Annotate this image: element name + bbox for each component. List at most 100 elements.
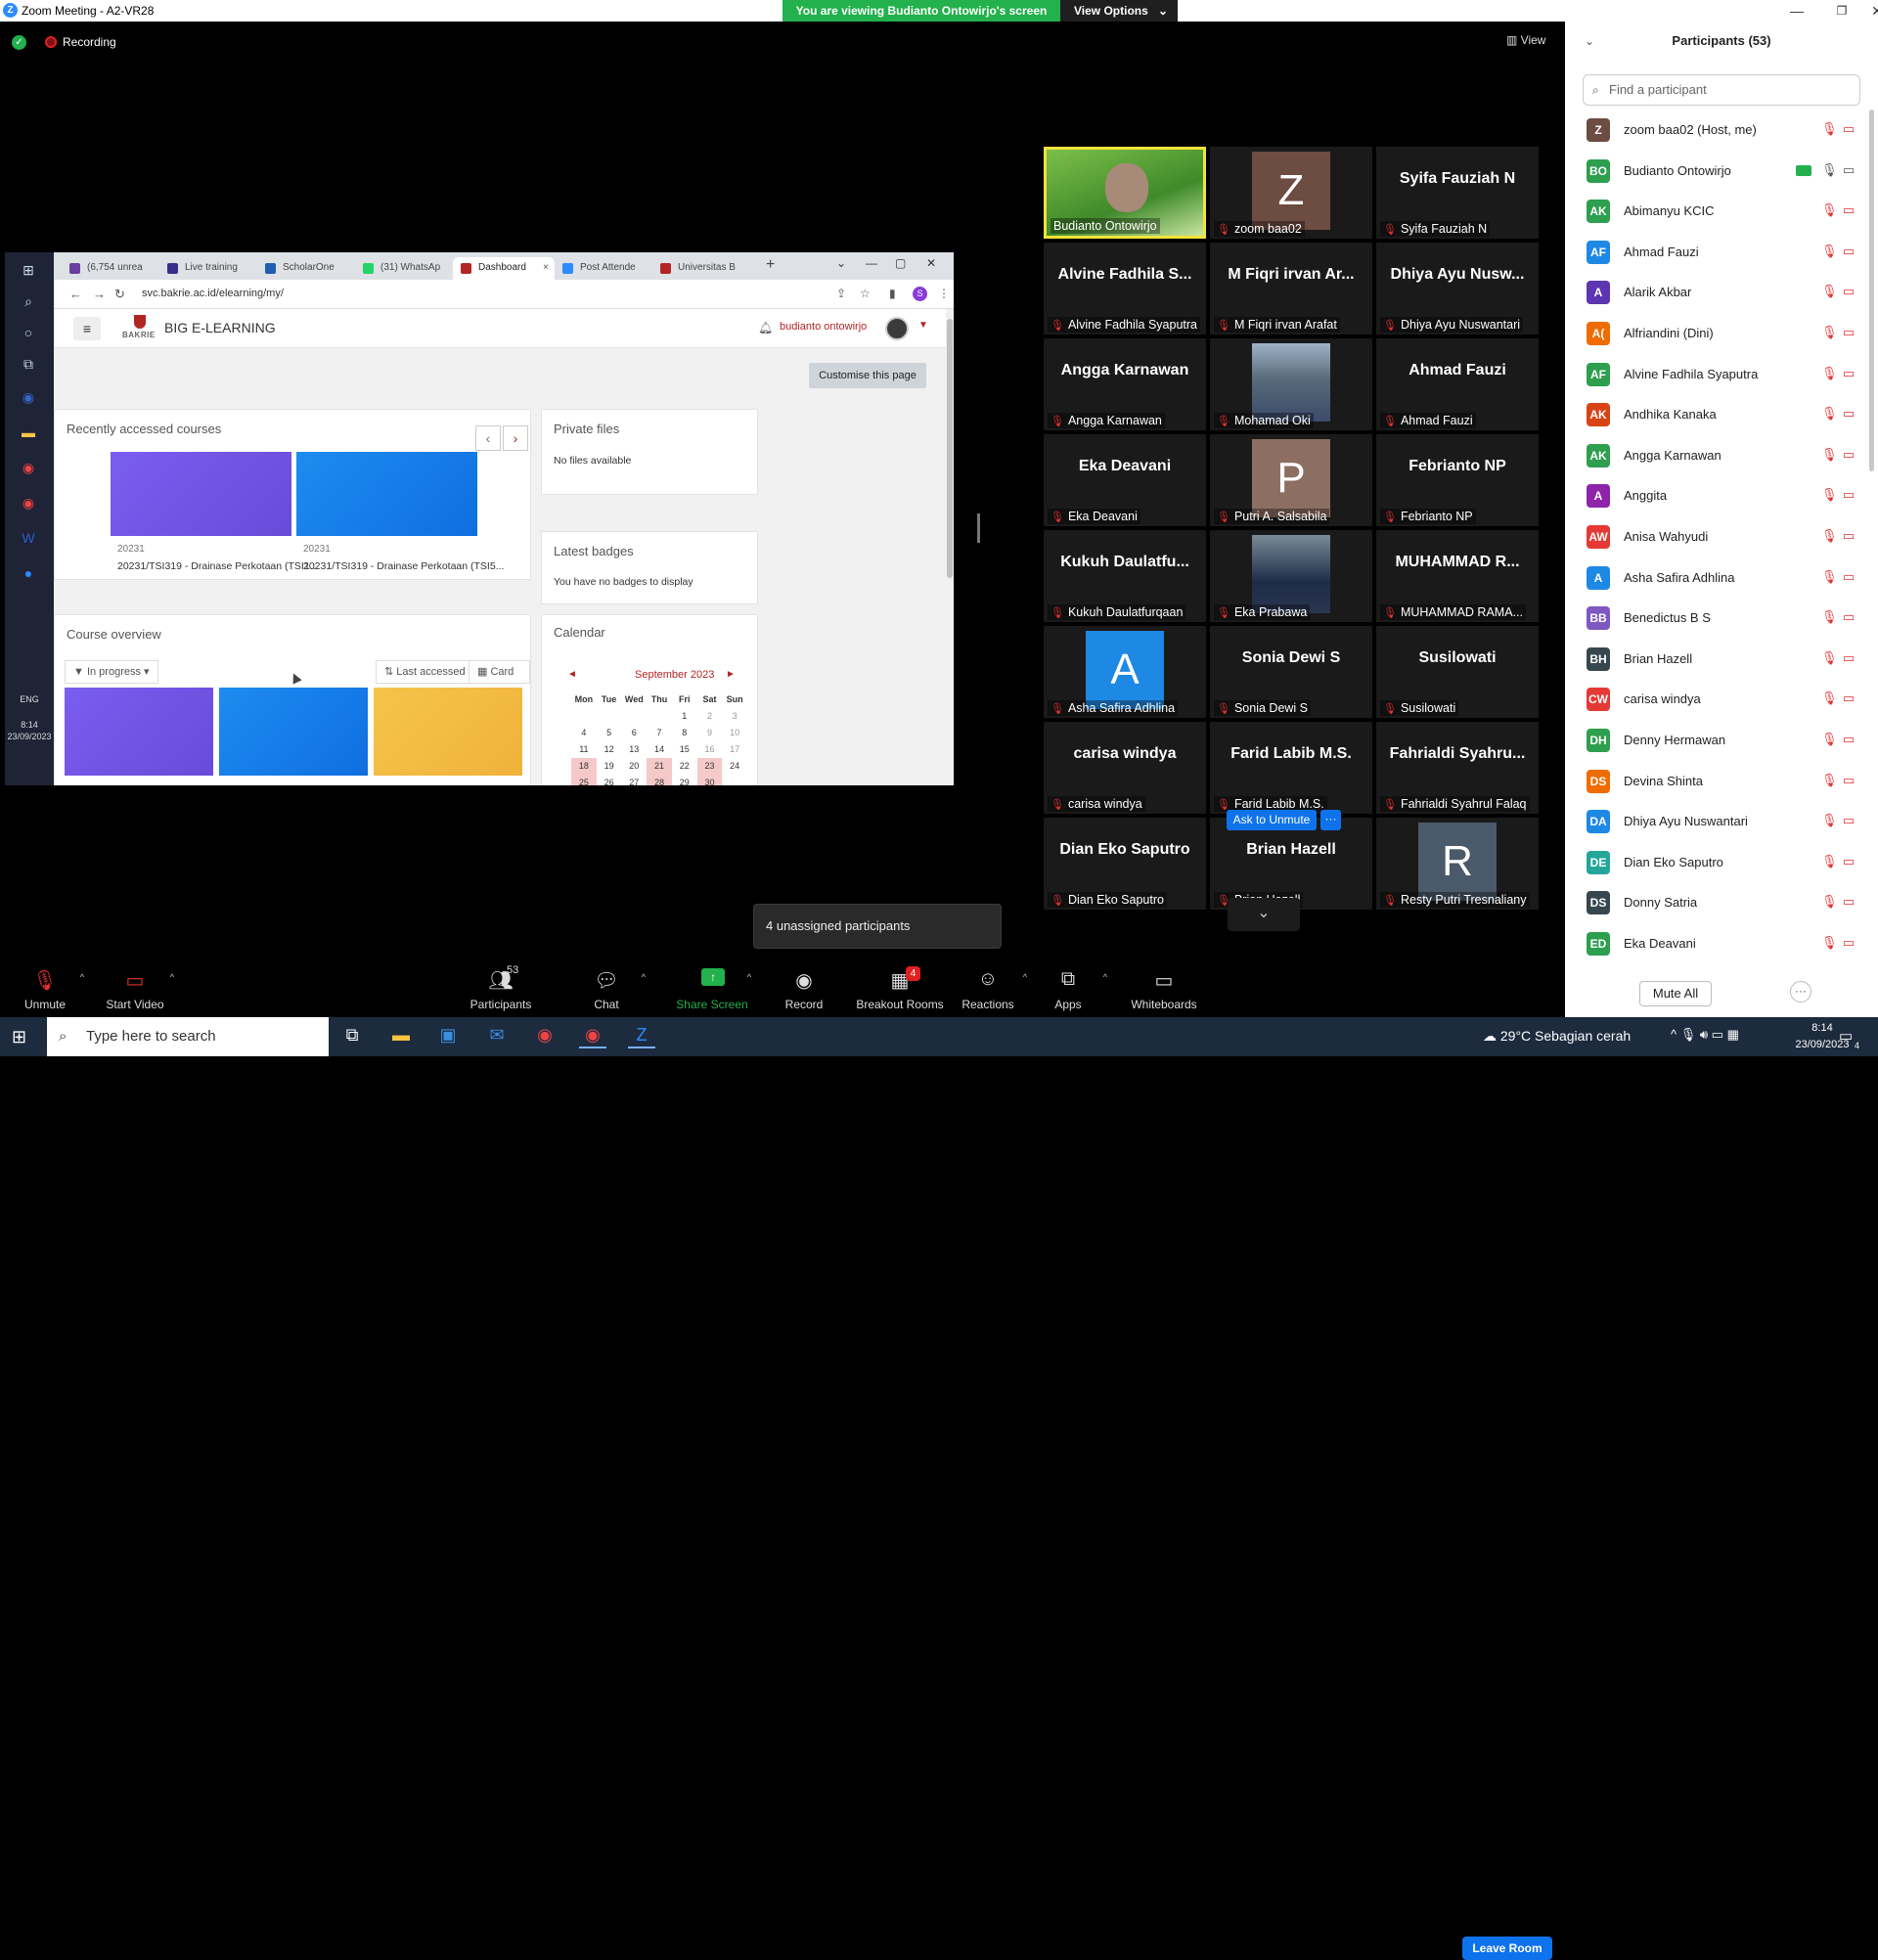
- mic-muted-icon[interactable]: 🎙︎: [1821, 121, 1838, 137]
- video-tile[interactable]: carisa windya 🎙︎ carisa windya: [1044, 722, 1206, 814]
- overview-course-image[interactable]: [374, 688, 522, 776]
- gallery-next-page-icon[interactable]: ⌄: [1228, 898, 1300, 931]
- participant-row[interactable]: BO Budianto Ontowirjo 🎙︎ ▭: [1565, 151, 1878, 191]
- video-tile[interactable]: Ahmad Fauzi 🎙︎ Ahmad Fauzi: [1376, 338, 1539, 430]
- window-close-icon[interactable]: ✕: [1855, 0, 1878, 22]
- participant-row[interactable]: A(Alfriandini (Dini) 🎙︎ ▭: [1565, 313, 1878, 353]
- browser-dropdown-icon[interactable]: ⌄: [836, 256, 846, 270]
- video-tile[interactable]: Febrianto NP 🎙︎ Febrianto NP: [1376, 434, 1539, 526]
- mail-icon[interactable]: ✉: [483, 1025, 511, 1048]
- notification-icon[interactable]: ▭: [1839, 1027, 1853, 1045]
- calendar-day[interactable]: 5: [597, 725, 622, 741]
- store-icon[interactable]: ▣: [434, 1025, 462, 1048]
- video-tile[interactable]: Eka Deavani 🎙︎ Eka Deavani: [1044, 434, 1206, 526]
- view-dropdown[interactable]: ▦ Card ▾: [469, 660, 530, 699]
- mic-muted-icon[interactable]: 🎙︎: [1821, 202, 1838, 218]
- video-tile[interactable]: 🎙︎ Eka Prabawa: [1210, 530, 1372, 622]
- notification-bell-icon[interactable]: 🔔︎: [758, 321, 773, 334]
- customise-page-button[interactable]: Customise this page: [809, 363, 926, 388]
- mic-muted-icon[interactable]: 🎙︎: [1821, 813, 1838, 828]
- participant-row[interactable]: ED Eka Deavani 🎙︎ ▭: [1565, 923, 1878, 960]
- scrollbar-thumb[interactable]: [1869, 110, 1874, 471]
- video-tile[interactable]: Sonia Dewi S 🎙︎ Sonia Dewi S: [1210, 626, 1372, 718]
- panel-more-button[interactable]: ···: [1790, 981, 1811, 1002]
- calendar-day[interactable]: 19: [597, 758, 622, 775]
- caret-up-icon[interactable]: ^: [747, 972, 751, 982]
- weather-widget[interactable]: ☁ 29°C Sebagian cerah: [1483, 1028, 1631, 1045]
- calendar-day[interactable]: 26: [597, 775, 622, 785]
- video-tile[interactable]: Dian Eko Saputro 🎙︎ Dian Eko Saputro: [1044, 818, 1206, 910]
- calendar-day[interactable]: 8: [672, 725, 697, 741]
- reload-icon[interactable]: ↻: [114, 287, 125, 302]
- calendar-day[interactable]: 12: [597, 741, 622, 758]
- overview-course-image[interactable]: [219, 688, 368, 776]
- calendar-day[interactable]: 10: [722, 725, 747, 741]
- encryption-shield-icon[interactable]: ✓: [12, 35, 26, 50]
- tile-more-button[interactable]: ···: [1320, 810, 1341, 830]
- mic-muted-icon[interactable]: 🎙︎: [1821, 528, 1838, 544]
- mic-muted-icon[interactable]: 🎙︎: [1821, 894, 1838, 910]
- task-view-icon[interactable]: ⧉: [338, 1025, 366, 1048]
- participant-row[interactable]: AK Abimanyu KCIC 🎙︎ ▭: [1565, 191, 1878, 231]
- forward-icon[interactable]: →: [93, 287, 106, 301]
- video-tile[interactable]: R 🎙︎ Resty Putri Tresnaliany: [1376, 818, 1539, 910]
- video-tile[interactable]: Fahrialdi Syahru... 🎙︎ Fahrialdi Syahrul F…: [1376, 722, 1539, 814]
- video-off-icon[interactable]: ▭: [1843, 690, 1855, 706]
- participant-row[interactable]: DE Dian Eko Saputro 🎙︎ ▭: [1565, 842, 1878, 882]
- tab-close-icon[interactable]: ×: [543, 257, 549, 279]
- calendar-day[interactable]: 20: [621, 758, 647, 775]
- window-minimize-icon[interactable]: —: [1774, 0, 1819, 22]
- mic-muted-icon[interactable]: 🎙︎: [1821, 487, 1838, 503]
- browser-menu-icon[interactable]: ⋮: [938, 287, 950, 300]
- calendar-day[interactable]: 4: [571, 725, 597, 741]
- participant-row[interactable]: A Asha Safira Adhlina 🎙︎ ▭: [1565, 557, 1878, 598]
- video-off-icon[interactable]: ▭: [1843, 854, 1855, 869]
- share-icon[interactable]: ⇪: [836, 287, 846, 300]
- chrome-icon[interactable]: ◉: [531, 1025, 559, 1048]
- mic-muted-icon[interactable]: 🎙︎: [1821, 366, 1838, 381]
- user-name[interactable]: budianto ontowirjo: [780, 321, 867, 333]
- breakout-rooms-button[interactable]: ▦ 4 Breakout Rooms: [853, 958, 947, 1017]
- calendar-day[interactable]: 23: [696, 758, 723, 775]
- mic-muted-icon[interactable]: 🎙︎: [1821, 325, 1838, 340]
- video-off-icon[interactable]: ▭: [1843, 569, 1855, 585]
- participant-scrollbar[interactable]: [1868, 110, 1876, 960]
- caret-up-icon[interactable]: ^: [170, 972, 174, 982]
- video-off-icon[interactable]: ▭: [1843, 366, 1855, 381]
- overview-course-image[interactable]: [65, 688, 213, 776]
- video-tile[interactable]: MUHAMMAD R... 🎙︎ MUHAMMAD RAMA...: [1376, 530, 1539, 622]
- browser-tab[interactable]: Live training: [159, 257, 257, 280]
- video-off-icon[interactable]: ▭: [1843, 325, 1855, 340]
- mute-all-button[interactable]: Mute All: [1639, 981, 1712, 1006]
- whiteboards-button[interactable]: ▭ Whiteboards: [1120, 958, 1208, 1017]
- video-tile[interactable]: Kukuh Daulatfu... 🎙︎ Kukuh Daulatfurqaan: [1044, 530, 1206, 622]
- calendar-day[interactable]: 16: [697, 741, 723, 758]
- browser-tab[interactable]: ScholarOne: [257, 257, 355, 280]
- participant-row[interactable]: A Alarik Akbar 🎙︎ ▭: [1565, 272, 1878, 312]
- video-tile[interactable]: Budianto Ontowirjo: [1044, 147, 1206, 239]
- calendar-day[interactable]: 6: [621, 725, 647, 741]
- calendar-next-icon[interactable]: ►: [726, 669, 736, 680]
- share-screen-button[interactable]: ↑ Share Screen ^: [673, 958, 751, 1017]
- calendar-day[interactable]: 2: [697, 708, 723, 725]
- leave-room-button[interactable]: Leave Room: [1462, 1937, 1552, 1960]
- site-name[interactable]: BIG E-LEARNING: [164, 320, 276, 335]
- mic-icon[interactable]: 🎙︎: [1821, 162, 1838, 178]
- video-off-icon[interactable]: ▭: [1843, 773, 1855, 788]
- video-off-icon[interactable]: ▭: [1843, 528, 1855, 544]
- video-off-icon[interactable]: ▭: [1843, 284, 1855, 299]
- video-off-icon[interactable]: ▭: [1843, 121, 1855, 137]
- side-panel-icon[interactable]: ▮: [889, 287, 896, 300]
- participant-row[interactable]: DA Dhiya Ayu Nuswantari 🎙︎ ▭: [1565, 801, 1878, 841]
- windows-start-icon[interactable]: ⊞: [12, 1027, 26, 1047]
- calendar-day[interactable]: 30: [696, 775, 723, 785]
- video-tile[interactable]: Susilowati 🎙︎ Susilowati: [1376, 626, 1539, 718]
- view-button[interactable]: ▥ View: [1506, 33, 1545, 47]
- prev-arrow-icon[interactable]: ‹: [475, 425, 501, 451]
- participant-row[interactable]: A Anggita 🎙︎ ▭: [1565, 475, 1878, 515]
- filter-dropdown[interactable]: ▼ In progress ▾: [65, 660, 158, 684]
- participant-row[interactable]: DS Devina Shinta 🎙︎ ▭: [1565, 761, 1878, 801]
- participant-row[interactable]: CW carisa windya 🎙︎ ▭: [1565, 679, 1878, 719]
- participant-row[interactable]: BB Benedictus B S 🎙︎ ▭: [1565, 598, 1878, 638]
- video-tile[interactable]: Syifa Fauziah N 🎙︎ Syifa Fauziah N: [1376, 147, 1539, 239]
